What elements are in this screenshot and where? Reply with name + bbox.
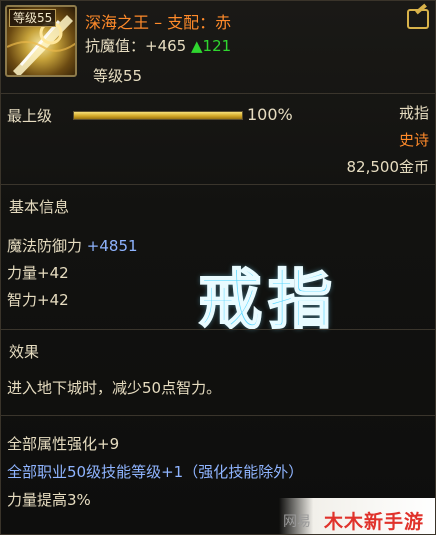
divider	[1, 415, 436, 416]
upgrade-progress-fill	[74, 112, 242, 119]
effect-line: 力量提高3%	[7, 491, 91, 509]
stat-label: 智力+42	[7, 291, 69, 309]
basic-info-title: 基本信息	[9, 198, 70, 216]
stat-strength: 力量+42	[7, 262, 69, 283]
stat-label: 力量+42	[7, 264, 69, 282]
stat-value: +4851	[82, 237, 138, 255]
upgrade-percent: 100%	[247, 105, 293, 124]
item-price: 82,500金币	[346, 158, 430, 176]
item-type: 戒指	[398, 104, 429, 122]
item-level-badge: 等级55	[9, 9, 57, 27]
upgrade-label: 最上级	[7, 107, 53, 125]
stat-intelligence: 智力+42	[7, 289, 69, 310]
anti-magic-label: 抗魔值：	[85, 37, 146, 55]
item-rarity: 史诗	[398, 131, 429, 149]
effect-line: 全部职业50级技能等级+1（强化技能除外）	[7, 463, 304, 481]
effect-line: 进入地下城时，减少50点智力。	[7, 379, 222, 397]
item-level-text: 等级55	[93, 67, 143, 85]
stat-label: 魔法防御力	[7, 237, 83, 255]
item-tooltip-panel: 等级55 深海之王 – 支配：赤 抗魔值：+465 ▲121 等级55 最上级 …	[0, 0, 436, 535]
overlay-caption: 戒指	[197, 263, 338, 339]
divider	[1, 184, 436, 185]
watermark-left: 网易	[283, 514, 311, 530]
anti-magic-gain: ▲121	[191, 37, 232, 55]
effects-title: 效果	[9, 343, 40, 361]
divider	[1, 93, 436, 94]
ring-item-icon: 等级55	[5, 5, 77, 77]
anti-magic-row: 抗魔值：+465 ▲121	[85, 35, 231, 56]
effect-line: 全部属性强化+9	[7, 435, 120, 453]
item-name: 深海之王 – 支配：赤	[85, 13, 232, 32]
anti-magic-value: +465	[145, 37, 187, 55]
edit-share-icon[interactable]	[407, 9, 429, 29]
stat-magic-defense: 魔法防御力 +4851	[7, 235, 138, 256]
watermark-right: 木木新手游	[324, 511, 425, 533]
divider	[1, 329, 436, 330]
upgrade-progress-bar	[73, 111, 243, 120]
